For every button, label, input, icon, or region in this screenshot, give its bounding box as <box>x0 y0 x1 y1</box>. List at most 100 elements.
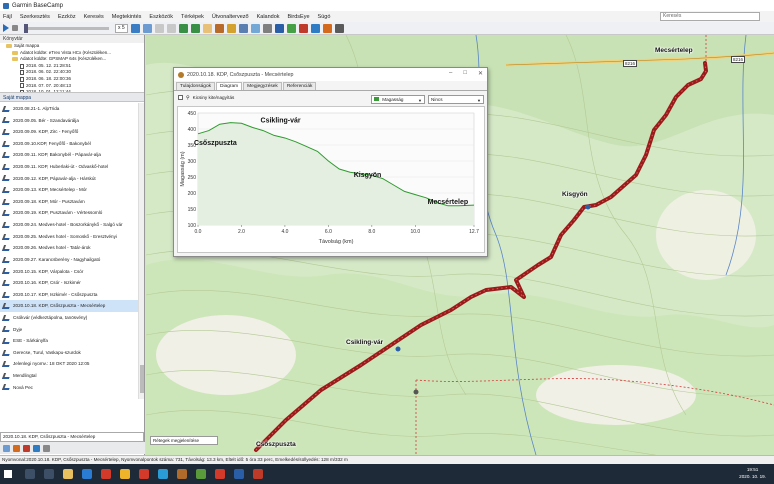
tree-item[interactable]: Adatot küldte: eTrex Vista HCx (Készülék… <box>6 50 144 57</box>
list-item[interactable]: ESE - Sárkánylfa <box>0 335 138 347</box>
basecamp-icon[interactable] <box>177 469 187 479</box>
play-icon[interactable] <box>3 24 9 32</box>
receive-from-device-icon[interactable] <box>190 23 200 33</box>
close-icon[interactable]: ✕ <box>478 70 483 77</box>
menu-item[interactable]: Ezzköz <box>58 14 76 20</box>
dialog-tab[interactable]: Megjegyzések <box>243 82 282 90</box>
elevation-chart-svg[interactable]: 1001502002503003504004500.0 2.0 4.0 6.0 8.0 1… <box>178 107 486 254</box>
app-icon[interactable] <box>253 469 263 479</box>
track-icon[interactable] <box>322 23 332 33</box>
search-icon[interactable] <box>25 469 35 479</box>
list-item[interactable]: Jelenlegi nyomv.: 18 OKT 2020 12:05 <box>0 358 138 370</box>
dialog-tab[interactable]: Referenciák <box>282 82 317 90</box>
selection-field[interactable]: 2020.10.18. KDP, Csőszpuszta - Mecsértel… <box>0 432 144 442</box>
slider-knob[interactable] <box>24 23 28 33</box>
map-view-icon[interactable] <box>238 23 248 33</box>
app-icon[interactable] <box>196 469 206 479</box>
menu-item[interactable]: Fájl <box>3 14 12 20</box>
list-item[interactable]: Dyje <box>0 324 138 336</box>
list-item[interactable]: 2020.08.21-1. AlpTrida <box>0 103 138 115</box>
filter-icon[interactable] <box>43 444 50 452</box>
list-item[interactable]: 2020.09.05. Bér - Szandavárálja <box>0 115 138 127</box>
menu-item[interactable]: Kalandok <box>257 14 280 20</box>
tree-item[interactable]: 2018. 06. 02. 22:40:30 <box>6 69 144 76</box>
list-view-icon[interactable] <box>3 444 10 452</box>
list-item[interactable]: Nová Pec <box>0 382 138 394</box>
list-item[interactable]: 2020.10.17. KDP, Iszkimér - Csőszpuszta <box>0 289 138 301</box>
browser-icon[interactable] <box>215 469 225 479</box>
list-item[interactable]: Gerecse, Turul, Vaskapu-szurdok <box>0 347 138 359</box>
hand-tool-icon[interactable] <box>202 23 212 33</box>
tree-item[interactable]: Adatot küldte: GPSMAP 64s (Készüléken... <box>6 56 144 63</box>
directions-icon[interactable] <box>334 23 344 33</box>
send-to-device-icon[interactable] <box>178 23 188 33</box>
select-tool-icon[interactable] <box>214 23 224 33</box>
undo-icon[interactable] <box>154 23 164 33</box>
grid-icon[interactable] <box>274 23 284 33</box>
menu-item[interactable]: Megtekintés <box>112 14 142 20</box>
menu-item[interactable]: Szerkesztés <box>20 14 50 20</box>
dialog-tab[interactable]: Tulajdonságok <box>176 82 216 90</box>
menu-item[interactable]: Térképek <box>181 14 204 20</box>
back-icon[interactable] <box>130 23 140 33</box>
dialog-tab[interactable]: Diagram <box>216 82 243 90</box>
word-icon[interactable] <box>234 469 244 479</box>
tree-item[interactable]: 2018. 06. 18. 22:00:36 <box>6 76 144 83</box>
list-item[interactable]: 2020.10.18. KDP, Csőszpuszta - Mecsértel… <box>0 300 138 312</box>
start-button[interactable] <box>0 464 16 484</box>
chrome-icon[interactable] <box>120 469 130 479</box>
search-input[interactable]: Keresés <box>660 12 760 21</box>
zoom-icon[interactable] <box>262 23 272 33</box>
minimize-icon[interactable]: – <box>449 70 452 77</box>
list-item[interactable]: Csókvár (védkeztápolna, tanösvény) <box>0 312 138 324</box>
menu-item[interactable]: BirdsEye <box>288 14 310 20</box>
y-axis-select[interactable]: Magasság ▼ <box>371 95 425 104</box>
task-view-icon[interactable] <box>44 469 54 479</box>
firefox-icon[interactable] <box>101 469 111 479</box>
tree-item[interactable]: 2018. 07. 07. 20:48:13 <box>6 83 144 90</box>
list-item[interactable]: 2020.09.11. KDP, Huberlaki-út - Odvaskő-… <box>0 161 138 173</box>
list-item[interactable]: 2020.09.27. Karancsberény - Nagyhailgató <box>0 254 138 266</box>
waypoint-icon[interactable] <box>298 23 308 33</box>
tree-item[interactable]: Saját mappa <box>6 43 144 50</box>
list-item[interactable]: 2020.09.12. KDP, Pápavár-alja - Hárskút <box>0 173 138 185</box>
list-item[interactable]: 2020.09.09. KDP, Zirc - Fenyőfő <box>0 126 138 138</box>
skype-icon[interactable] <box>158 469 168 479</box>
list-item[interactable]: 2020.09.26. Medves hotel - Tatár-árok <box>0 242 138 254</box>
layers-icon[interactable] <box>286 23 296 33</box>
list-item[interactable]: 2020.09.11. KDP, Bakonybél - Pápavár-alj… <box>0 149 138 161</box>
list-item[interactable]: 2020.09.13. KDP, Mecsértelep - Mór <box>0 184 138 196</box>
playback-slider[interactable] <box>24 23 109 33</box>
list-item[interactable]: 2020.09.10.KDP, Fenyőfő - Bakonybél <box>0 138 138 150</box>
maximize-icon[interactable]: □ <box>463 70 467 77</box>
menu-item[interactable]: Keresés <box>84 14 104 20</box>
menu-item[interactable]: Útvonaltervező <box>212 14 249 20</box>
layers-select[interactable]: Rétegek megjelenítése <box>150 436 218 445</box>
clock[interactable]: 19:51 2020. 10. 19. <box>739 466 766 480</box>
list-item[interactable]: 2020.10.16. KDP, Csór - Iszkimér <box>0 277 138 289</box>
list-item[interactable]: 2020.09.24. Medves-hotel - Boszorkánykő … <box>0 219 138 231</box>
list-item[interactable]: Mendlingtal <box>0 370 138 382</box>
overlay-select[interactable]: Nincs ▼ <box>428 95 484 104</box>
tree-item[interactable]: 2018. 05. 12. 21:28:51 <box>6 63 144 70</box>
file-explorer-icon[interactable] <box>63 469 73 479</box>
menu-item[interactable]: Súgó <box>318 14 331 20</box>
forward-icon[interactable] <box>142 23 152 33</box>
zoom-checkbox[interactable] <box>178 95 183 100</box>
new-track-icon[interactable] <box>13 444 20 452</box>
list-item[interactable]: 2020.09.25. Medves hotel - Somoskő - Ere… <box>0 231 138 243</box>
list-item[interactable]: 2020.09.19. KDP, Pusztavám - Vértessomló <box>0 207 138 219</box>
route-icon[interactable] <box>310 23 320 33</box>
measure-tool-icon[interactable] <box>226 23 236 33</box>
new-waypoint-icon[interactable] <box>23 444 30 452</box>
mail-icon[interactable] <box>82 469 92 479</box>
list-item[interactable]: 2020.09.18. KDP, Mór - Pusztavám <box>0 196 138 208</box>
elevation-chart[interactable]: 100 150 200 250 300 350 400 450 0.0 2.0 4.0 6.0 8.0 1… <box>177 106 485 253</box>
speed-select[interactable]: x 5 <box>115 23 128 33</box>
opera-icon[interactable] <box>139 469 149 479</box>
redo-icon[interactable] <box>166 23 176 33</box>
list-item[interactable]: 2020.10.15. KDP, Várpalota - Csór <box>0 266 138 278</box>
menu-item[interactable]: Eszközök <box>149 14 173 20</box>
3d-view-icon[interactable] <box>250 23 260 33</box>
stop-icon[interactable] <box>12 25 18 31</box>
